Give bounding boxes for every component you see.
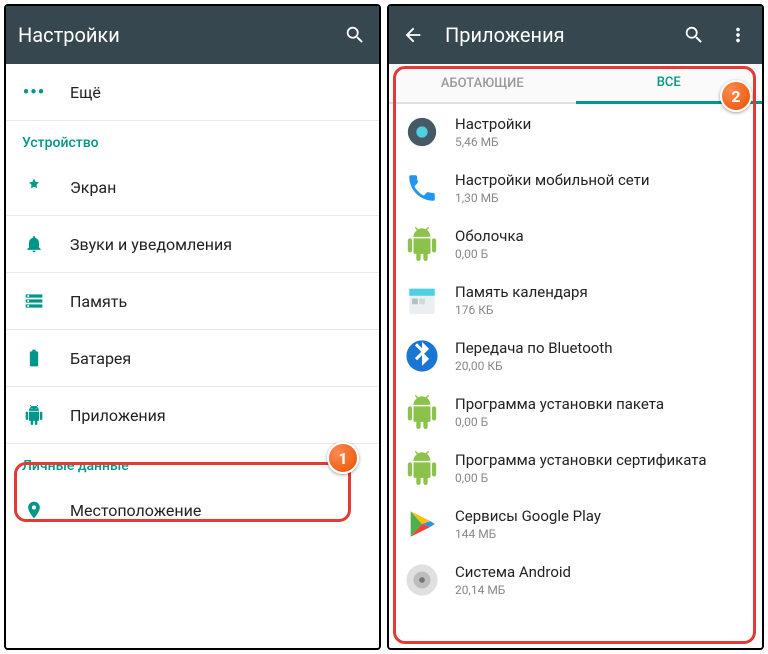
- row-battery[interactable]: Батарея: [6, 330, 379, 386]
- row-sound[interactable]: Звуки и уведомления: [6, 216, 379, 272]
- app-name: Настройки: [455, 115, 531, 133]
- app-size: 20,00 КБ: [455, 359, 612, 373]
- appbar-settings: Настройки: [6, 6, 379, 64]
- app-name: Память календаря: [455, 283, 588, 301]
- app-size: 5,46 МБ: [455, 135, 531, 149]
- app-row[interactable]: Оболочка 0,00 Б: [389, 216, 762, 272]
- phone-icon: [403, 169, 441, 207]
- bell-icon: [22, 234, 46, 254]
- app-size: 1,30 МБ: [455, 191, 650, 205]
- app-size: 0,00 Б: [455, 415, 664, 429]
- storage-label: Память: [70, 292, 127, 311]
- android-icon: [403, 449, 441, 487]
- app-meta: Система Android 20,14 МБ: [455, 563, 571, 597]
- apps-content: АБОТАЮЩИЕ ВСЕ Настройки 5,46 МБ Настройки …: [389, 64, 762, 648]
- display-label: Экран: [70, 178, 116, 197]
- appbar-apps: Приложения: [389, 6, 762, 64]
- search-icon[interactable]: [343, 23, 367, 47]
- page-title: Настройки: [18, 23, 323, 47]
- step-badge-2: 2: [720, 80, 752, 112]
- settings-content: ••• Ещё Устройство Экран Звуки и уведомл…: [6, 64, 379, 648]
- app-row[interactable]: Настройки мобильной сети 1,30 МБ: [389, 160, 762, 216]
- app-name: Передача по Bluetooth: [455, 339, 612, 357]
- tabs: АБОТАЮЩИЕ ВСЕ: [389, 64, 762, 104]
- app-size: 0,00 Б: [455, 247, 524, 261]
- phone-settings: Настройки ••• Ещё Устройство Экран Звуки…: [4, 4, 381, 650]
- location-icon: [22, 500, 46, 520]
- system-icon: [403, 561, 441, 599]
- location-label: Местоположение: [70, 501, 201, 520]
- app-meta: Сервисы Google Play 144 МБ: [455, 507, 601, 541]
- row-storage[interactable]: Память: [6, 273, 379, 329]
- app-row[interactable]: Память календаря 176 КБ: [389, 272, 762, 328]
- app-name: Сервисы Google Play: [455, 507, 601, 525]
- app-size: 0,00 Б: [455, 471, 707, 485]
- battery-label: Батарея: [70, 349, 131, 368]
- app-row[interactable]: Система Android 20,14 МБ: [389, 552, 762, 608]
- page-title: Приложения: [445, 23, 662, 47]
- app-name: Система Android: [455, 563, 571, 581]
- play-icon: [403, 505, 441, 543]
- app-size: 20,14 МБ: [455, 583, 571, 597]
- android-icon: [403, 225, 441, 263]
- display-icon: [22, 177, 46, 197]
- app-name: Программа установки пакета: [455, 395, 664, 413]
- app-meta: Память календаря 176 КБ: [455, 283, 588, 317]
- app-meta: Программа установки сертификата 0,00 Б: [455, 451, 707, 485]
- app-list: Настройки 5,46 МБ Настройки мобильной сети…: [389, 104, 762, 608]
- storage-icon: [22, 291, 46, 311]
- back-icon[interactable]: [401, 23, 425, 47]
- android-icon: [403, 393, 441, 431]
- app-row[interactable]: Передача по Bluetooth 20,00 КБ: [389, 328, 762, 384]
- app-meta: Настройки мобильной сети 1,30 МБ: [455, 171, 650, 205]
- app-size: 176 КБ: [455, 303, 588, 317]
- row-apps[interactable]: Приложения: [6, 387, 379, 443]
- phone-apps: Приложения АБОТАЮЩИЕ ВСЕ Настройки 5,46 М…: [387, 4, 764, 650]
- app-name: Программа установки сертификата: [455, 451, 707, 469]
- battery-icon: [22, 348, 46, 368]
- app-row[interactable]: Программа установки сертификата 0,00 Б: [389, 440, 762, 496]
- app-meta: Передача по Bluetooth 20,00 КБ: [455, 339, 612, 373]
- sound-label: Звуки и уведомления: [70, 235, 232, 254]
- step-badge-1: 1: [327, 442, 359, 474]
- apps-label: Приложения: [70, 406, 166, 425]
- more-label: Ещё: [70, 83, 101, 102]
- more-icon: •••: [22, 82, 46, 103]
- row-more[interactable]: ••• Ещё: [6, 64, 379, 120]
- row-display[interactable]: Экран: [6, 159, 379, 215]
- app-name: Оболочка: [455, 227, 524, 245]
- app-name: Настройки мобильной сети: [455, 171, 650, 189]
- overflow-icon[interactable]: [726, 23, 750, 47]
- row-location[interactable]: Местоположение: [6, 482, 379, 538]
- app-meta: Программа установки пакета 0,00 Б: [455, 395, 664, 429]
- calendar-icon: [403, 281, 441, 319]
- app-row[interactable]: Настройки 5,46 МБ: [389, 104, 762, 160]
- tab-running[interactable]: АБОТАЮЩИЕ: [389, 64, 576, 102]
- app-row[interactable]: Сервисы Google Play 144 МБ: [389, 496, 762, 552]
- app-meta: Оболочка 0,00 Б: [455, 227, 524, 261]
- settings-icon: [403, 113, 441, 151]
- app-row[interactable]: Программа установки пакета 0,00 Б: [389, 384, 762, 440]
- app-size: 144 МБ: [455, 527, 601, 541]
- app-meta: Настройки 5,46 МБ: [455, 115, 531, 149]
- apps-icon: [22, 405, 46, 425]
- section-device: Устройство: [6, 121, 379, 159]
- section-personal: Личные данные: [6, 444, 379, 482]
- search-icon[interactable]: [682, 23, 706, 47]
- bluetooth-icon: [403, 337, 441, 375]
